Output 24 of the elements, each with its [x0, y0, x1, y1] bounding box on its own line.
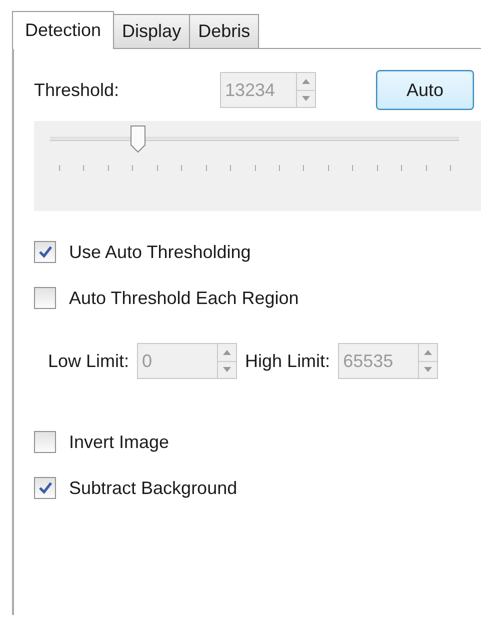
auto-button[interactable]: Auto — [376, 70, 474, 110]
field-label: Low Limit: — [48, 350, 130, 372]
tab[interactable]: Display — [113, 14, 190, 48]
field-label: High Limit: — [245, 350, 330, 372]
checkbox-label[interactable]: Use Auto Thresholding — [69, 242, 251, 262]
checkbox[interactable] — [34, 431, 56, 453]
checkmark-icon — [38, 482, 52, 494]
up-arrow-icon[interactable] — [424, 350, 432, 355]
checkbox[interactable] — [34, 477, 56, 499]
field-label: Threshold: — [34, 80, 120, 100]
checkmark-icon — [38, 246, 52, 258]
tab[interactable]: Detection — [12, 11, 114, 49]
slider-thumb[interactable] — [130, 125, 146, 153]
up-arrow-icon[interactable] — [223, 350, 232, 355]
up-arrow-icon[interactable] — [302, 78, 310, 84]
checkbox[interactable] — [34, 287, 56, 309]
down-arrow-icon[interactable] — [302, 96, 310, 102]
checkbox-label[interactable]: Auto Threshold Each Region — [69, 288, 299, 308]
tab[interactable]: Debris — [189, 14, 260, 48]
checkbox-label[interactable]: Invert Image — [69, 432, 170, 452]
down-arrow-icon[interactable] — [424, 367, 432, 372]
checkbox-label[interactable]: Subtract Background — [69, 478, 238, 498]
checkbox[interactable] — [34, 241, 56, 263]
down-arrow-icon[interactable] — [223, 367, 232, 372]
